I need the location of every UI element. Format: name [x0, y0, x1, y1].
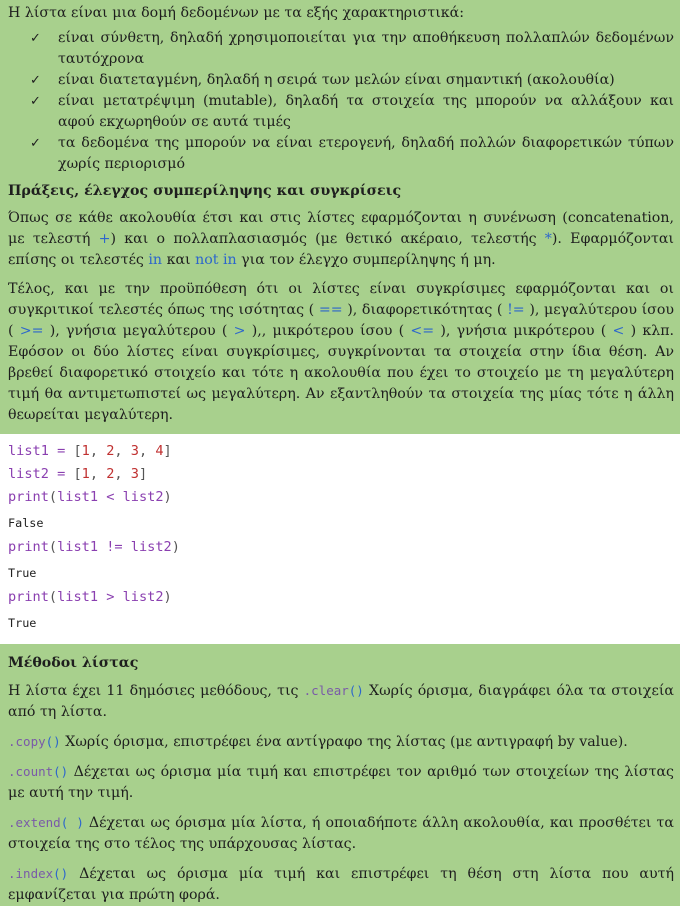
code-block: list1 = [1, 2, 3, 4] list2 = [1, 2, 3] p…	[0, 434, 680, 644]
intro-text: Η λίστα είναι μια δομή δεδομένων με τα ε…	[8, 5, 464, 21]
method-name: .extend( )	[8, 815, 84, 830]
check-icon: ✓	[30, 94, 41, 109]
feature-list: ✓ είναι σύνθετη, δηλαδή χρησιμοποιείται γ…	[8, 28, 674, 175]
check-icon: ✓	[30, 73, 41, 88]
code-line: print(list1 != list2)	[8, 539, 180, 555]
method-count-paragraph: .count() Δέχεται ως όρισμα μία τιμή και …	[8, 764, 674, 801]
method-clear-paragraph: Η λίστα έχει 11 δημόσιες μεθόδους, τις .…	[8, 683, 674, 720]
code-output: True	[8, 566, 37, 580]
operator-in: in	[148, 252, 163, 268]
section-heading-operations: Πράξεις, έλεγχος συμπερίληψης και συγκρί…	[8, 183, 402, 199]
check-icon: ✓	[30, 31, 41, 46]
method-name: .clear()	[303, 683, 364, 698]
code-line: list2 = [1, 2, 3]	[8, 466, 148, 482]
method-name: .index()	[8, 866, 69, 881]
section-heading-methods: Μέθοδοι λίστας	[8, 655, 139, 671]
code-output: True	[8, 616, 37, 630]
list-item: ✓ τα δεδομένα της μπορούν να είναι ετερογ…	[30, 135, 674, 172]
method-name: .copy()	[8, 734, 61, 749]
method-name: .count()	[8, 764, 69, 779]
list-item: ✓ είναι μετατρέψιμη (mutable), δηλαδή τα …	[30, 93, 674, 130]
check-icon: ✓	[30, 136, 41, 151]
operator-not-in: not in	[195, 252, 237, 268]
code-line: list1 = [1, 2, 3, 4]	[8, 443, 172, 459]
methods-section: Μέθοδοι λίστας Η λίστα έχει 11 δημόσιες …	[0, 644, 680, 906]
list-item: ✓ είναι διατεταγμένη, δηλαδή η σειρά των …	[30, 70, 674, 91]
concatenation-paragraph: Όπως σε κάθε ακολουθία έτσι και στις λίσ…	[8, 210, 674, 268]
method-copy-paragraph: .copy() Χωρίς όρισμα, επιστρέφει ένα αντ…	[8, 734, 628, 750]
code-output: False	[8, 516, 44, 530]
list-item: ✓ είναι σύνθετη, δηλαδή χρησιμοποιείται γ…	[30, 30, 674, 67]
code-line: print(list1 < list2)	[8, 489, 172, 505]
document: Η λίστα είναι μια δομή δεδομένων με τα ε…	[0, 0, 680, 426]
comparison-paragraph: Τέλος, και με την προϋπόθεση ότι οι λίστ…	[8, 281, 675, 423]
operator-star: *	[544, 231, 552, 247]
method-extend-paragraph: .extend( ) Δέχεται ως όρισμα μία λίστα, …	[8, 815, 674, 852]
code-line: print(list1 > list2)	[8, 589, 172, 605]
operator-plus: +	[98, 231, 111, 247]
method-index-paragraph: .index() Δέχεται ως όρισμα μία τιμή και …	[8, 866, 674, 903]
